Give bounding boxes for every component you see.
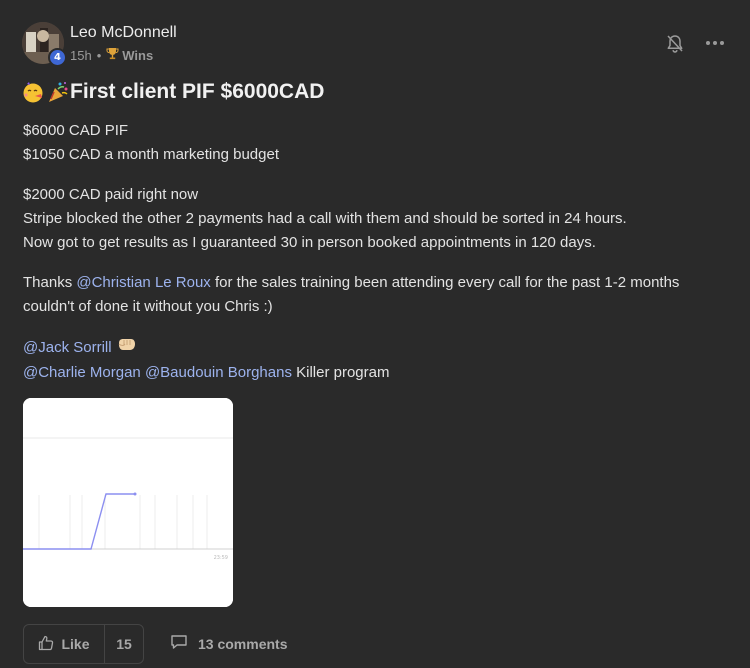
mention-baudouin-borghans[interactable]: @Baudouin Borghans (145, 364, 292, 381)
chart-tick-label: 23:59 (214, 555, 228, 561)
like-label: Like (61, 636, 90, 652)
post-line: Thanks @Christian Le Roux for the sales … (23, 271, 733, 295)
thanks-rest: for the sales training been attending ev… (210, 274, 680, 291)
post-line: couldn't of done it without you Chris :) (23, 298, 273, 315)
post-paragraph: Thanks @Christian Le Roux for the sales … (23, 271, 733, 319)
post-category[interactable]: Wins (122, 48, 153, 63)
post-body: $6000 CAD PIF $1050 CAD a month marketin… (23, 119, 733, 401)
meta-separator: • (96, 47, 102, 63)
post-line: $1050 CAD a month marketing budget (23, 146, 279, 163)
thumbs-up-icon (38, 635, 54, 654)
mention-jack-sorrill[interactable]: @Jack Sorrill (23, 336, 112, 360)
mention-charlie-morgan[interactable]: @Charlie Morgan (23, 364, 141, 381)
bell-icon[interactable] (666, 34, 684, 54)
thanks-prefix: Thanks (23, 274, 77, 291)
post-line: Now got to get results as I guaranteed 3… (23, 234, 596, 251)
like-group: Like 15 (23, 624, 144, 664)
killer-program-text: Killer program (291, 364, 390, 381)
level-badge: 4 (48, 48, 67, 67)
comment-icon (170, 634, 188, 653)
post-paragraph: @Jack Sorrill @Charlie Morgan @Baudouin … (23, 335, 733, 385)
post-time: 15h (70, 47, 92, 63)
comments-button[interactable]: 13 comments (170, 634, 287, 653)
post-paragraph: $6000 CAD PIF $1050 CAD a month marketin… (23, 119, 733, 167)
party-popper-icon (46, 80, 70, 104)
fist-bump-icon (117, 335, 137, 361)
face-with-party-horn-icon (22, 80, 46, 104)
author-name[interactable]: Leo McDonnell (70, 24, 177, 42)
post-line: @Charlie Morgan @Baudouin Borghans Kille… (23, 361, 733, 385)
trophy-icon (106, 47, 119, 63)
chart-screenshot-thumbnail: 23:59 (23, 398, 233, 607)
post-line: $2000 CAD paid right now (23, 186, 199, 203)
like-button[interactable]: Like (24, 625, 105, 663)
post-line: @Jack Sorrill (23, 335, 733, 361)
avatar[interactable]: 4 (22, 22, 67, 67)
mention-christian-le-roux[interactable]: @Christian Le Roux (76, 274, 210, 291)
post-image-attachment[interactable]: 23:59 (23, 398, 233, 607)
more-options-icon[interactable] (704, 36, 726, 50)
like-count[interactable]: 15 (105, 625, 143, 663)
post-title-text: First client PIF $6000CAD (70, 80, 325, 103)
post-paragraph: $2000 CAD paid right now Stripe blocked … (23, 183, 733, 255)
post-card: 4 Leo McDonnell 15h • Wins First client … (0, 0, 750, 668)
post-line: Stripe blocked the other 2 payments had … (23, 210, 627, 227)
post-title: First client PIF $6000CAD (22, 78, 324, 106)
post-meta: 15h • Wins (70, 47, 153, 63)
comments-label: 13 comments (198, 635, 288, 652)
post-line: $6000 CAD PIF (23, 122, 129, 139)
